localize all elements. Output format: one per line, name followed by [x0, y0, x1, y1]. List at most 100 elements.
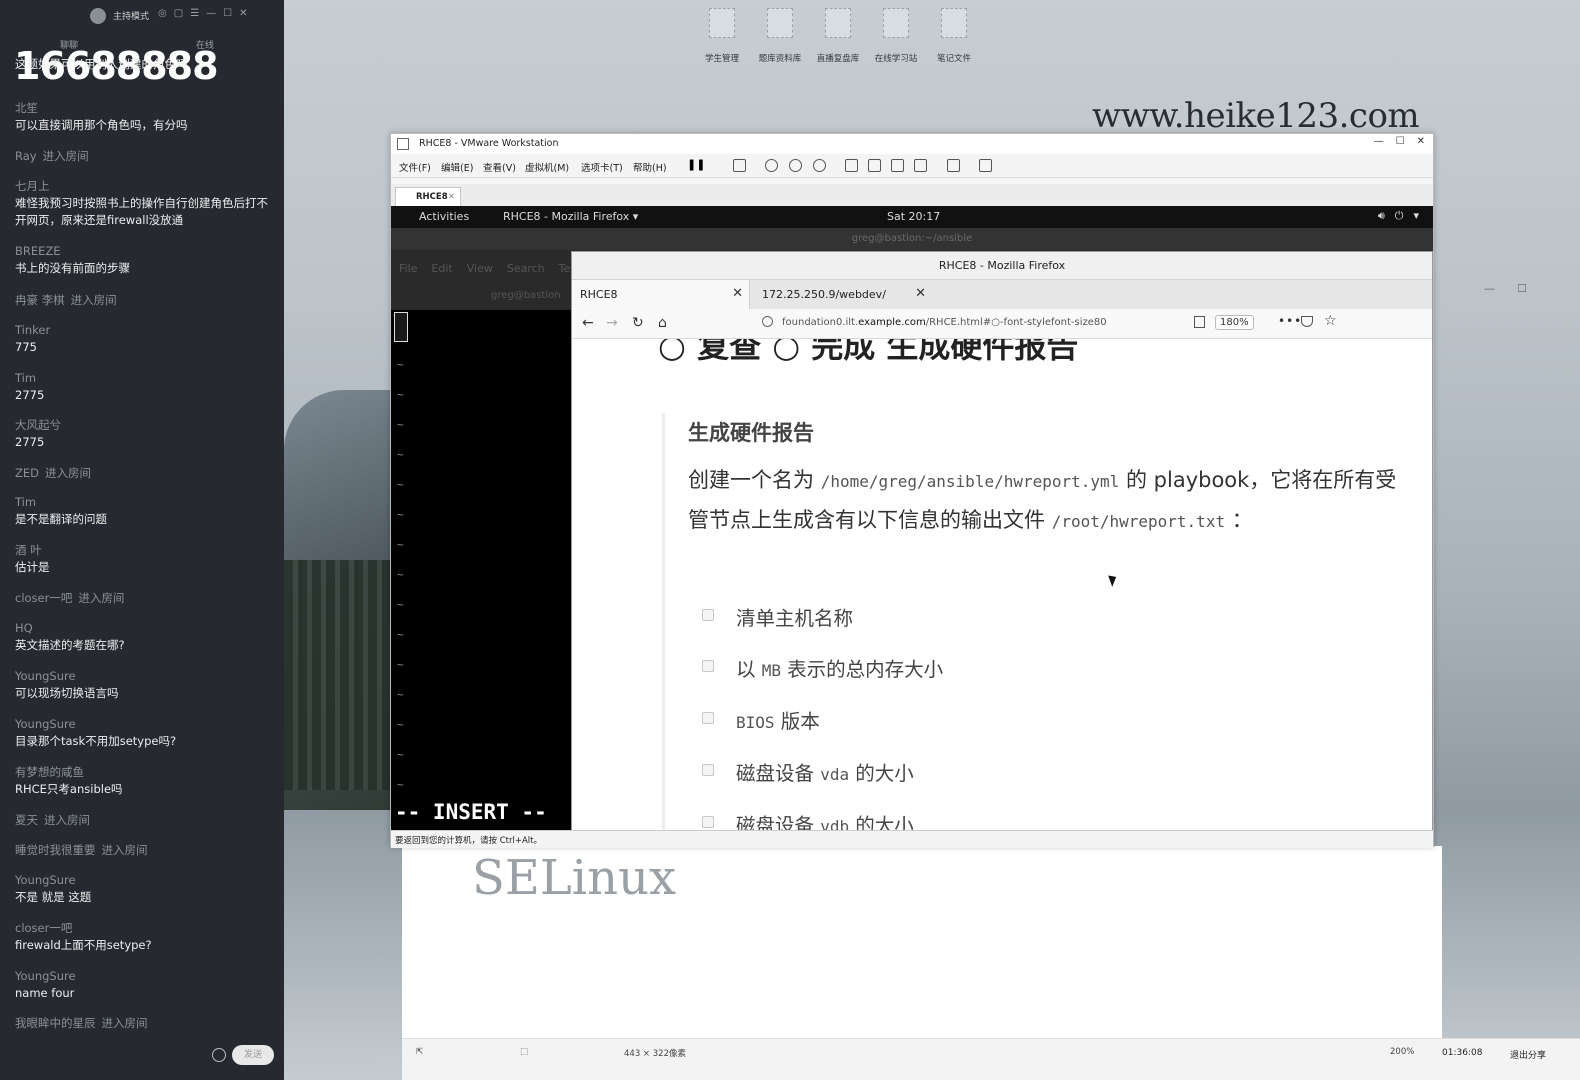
fullscreen-icon[interactable]: [891, 159, 904, 172]
close-icon[interactable]: ✕: [239, 8, 247, 19]
page-content[interactable]: ○ 复查 ○ 完成 生成硬件报告 生成硬件报告 创建一个名为 /home/gre…: [572, 339, 1432, 830]
thumbnail-icon[interactable]: [868, 159, 881, 172]
power-icon[interactable]: ⏻: [1395, 209, 1404, 223]
close-tab-icon[interactable]: ✕: [732, 286, 743, 301]
chat-username[interactable]: closer一吧: [15, 921, 72, 935]
activities-button[interactable]: Activities: [419, 210, 469, 223]
chat-username[interactable]: BREEZE: [15, 244, 61, 258]
terminal-menu-item[interactable]: View: [467, 262, 493, 275]
chat-username[interactable]: Ray: [15, 149, 37, 163]
chat-username[interactable]: YoungSure: [15, 717, 76, 731]
home-icon[interactable]: ⌂: [658, 315, 667, 331]
chat-username[interactable]: closer一吧: [15, 591, 72, 605]
desktop-shortcut[interactable]: 笔记文件: [930, 8, 978, 64]
desktop-shortcut[interactable]: 题库资料库: [756, 8, 804, 64]
minimize-icon[interactable]: —: [206, 8, 216, 19]
pocket-icon[interactable]: [1301, 316, 1313, 327]
desktop-shortcut[interactable]: 直播复盘库: [814, 8, 862, 64]
snapshot-icon[interactable]: [765, 159, 778, 172]
checkbox[interactable]: [702, 609, 714, 621]
back-icon[interactable]: ←: [582, 315, 594, 331]
console-icon[interactable]: [947, 159, 960, 172]
menu-icon[interactable]: ☰: [190, 8, 199, 19]
snapshot-manager-icon[interactable]: [813, 159, 826, 172]
chat-username[interactable]: 大风起兮: [15, 418, 61, 432]
requirement-code: vda: [820, 765, 850, 784]
pointer-icon[interactable]: ⇱: [416, 1047, 423, 1057]
chat-username[interactable]: Tim: [15, 495, 36, 509]
chevron-down-icon[interactable]: ▾: [1413, 209, 1419, 223]
chat-username[interactable]: YoungSure: [15, 873, 76, 887]
chat-username[interactable]: 夏天: [15, 813, 38, 827]
url-bar[interactable]: foundation0.ilt.example.com/RHCE.html#○-…: [782, 314, 1180, 334]
chat-username[interactable]: 我眼眸中的星辰: [15, 1016, 96, 1030]
gnome-clock[interactable]: Sat 20:17: [887, 210, 940, 223]
site-info-icon[interactable]: [762, 316, 773, 327]
chat-username[interactable]: Tim: [15, 371, 36, 385]
vmware-menu-item[interactable]: 虚拟机(M): [525, 160, 569, 174]
reader-view-icon[interactable]: [1194, 316, 1205, 328]
chat-username[interactable]: HQ: [15, 621, 33, 635]
wallpaper-trees: [284, 560, 399, 790]
requirement-code: MB: [761, 661, 781, 680]
maximize-icon[interactable]: ☐: [1396, 136, 1405, 147]
vm-tab-rhce8[interactable]: RHCE8 ✕: [395, 187, 461, 206]
chat-username[interactable]: 睡觉时我很重要: [15, 843, 96, 857]
exit-share-button[interactable]: 退出分享: [1510, 1048, 1546, 1061]
chat-username[interactable]: YoungSure: [15, 669, 76, 683]
terminal-menu-item[interactable]: File: [399, 262, 417, 275]
checkbox[interactable]: [702, 764, 714, 776]
chat-username[interactable]: 七月上: [15, 179, 50, 193]
emoji-icon[interactable]: [212, 1048, 226, 1062]
vmware-menu-item[interactable]: 查看(V): [483, 160, 516, 174]
reload-icon[interactable]: ↻: [632, 315, 644, 331]
desktop-shortcut[interactable]: 在线学习站: [872, 8, 920, 64]
stretch-view-icon[interactable]: [979, 159, 992, 172]
browser-tab-webdev[interactable]: 172.25.250.9/webdev/ ✕: [754, 280, 932, 309]
select-icon[interactable]: ⬚: [520, 1047, 528, 1057]
chat-username[interactable]: 有梦想的咸鱼: [15, 765, 84, 779]
close-icon[interactable]: ✕: [1417, 136, 1425, 147]
chat-username[interactable]: Tinker: [15, 323, 50, 337]
checkbox[interactable]: [702, 816, 714, 828]
terminal-menu-item[interactable]: Search: [507, 262, 545, 275]
send-button[interactable]: 发送: [232, 1045, 274, 1065]
guest-screen[interactable]: Activities RHCE8 - Mozilla Firefox ▾ Sat…: [391, 206, 1433, 830]
bookmark-star-icon[interactable]: ☆: [1324, 313, 1337, 329]
close-tab-icon[interactable]: ✕: [915, 286, 926, 301]
zoom-level[interactable]: 200%: [1390, 1047, 1414, 1057]
pause-icon[interactable]: ❚❚: [687, 158, 705, 171]
terminal-menu-item[interactable]: Edit: [431, 262, 452, 275]
vmware-menu-item[interactable]: 编辑(E): [441, 160, 473, 174]
settings-icon[interactable]: ◎: [158, 8, 167, 19]
vmware-menu-item[interactable]: 文件(F): [399, 160, 431, 174]
browser-tab-rhce8[interactable]: RHCE8 ✕: [572, 280, 750, 309]
chat-username[interactable]: ZED: [15, 466, 39, 480]
window-icon[interactable]: ▢: [174, 8, 183, 19]
minimize-icon[interactable]: —: [1374, 136, 1384, 147]
forward-icon[interactable]: →: [606, 315, 618, 331]
send-ctrl-alt-del-icon[interactable]: [733, 159, 746, 172]
close-tab-icon[interactable]: ✕: [448, 192, 455, 202]
unity-icon[interactable]: [914, 159, 927, 172]
chat-username[interactable]: 冉豪 李棋: [15, 293, 65, 307]
chat-username[interactable]: 北笙: [15, 101, 38, 115]
chat-username[interactable]: 酒 叶: [15, 543, 42, 557]
vmware-menu-item[interactable]: 帮助(H): [633, 160, 667, 174]
more-actions-icon[interactable]: •••: [1278, 314, 1302, 328]
host-avatar[interactable]: [90, 8, 106, 24]
checkbox[interactable]: [702, 660, 714, 672]
chat-username[interactable]: YoungSure: [15, 969, 76, 983]
vmware-menu-item[interactable]: 选项卡(T): [581, 160, 623, 174]
volume-icon[interactable]: 🔊︎: [1378, 209, 1385, 223]
desktop-shortcut[interactable]: 学生管理: [698, 8, 746, 64]
zoom-indicator[interactable]: 180%: [1215, 315, 1254, 330]
app-menu[interactable]: RHCE8 - Mozilla Firefox ▾: [503, 210, 638, 223]
library-icon[interactable]: [845, 159, 858, 172]
maximize-icon[interactable]: ☐: [223, 8, 232, 19]
minimize-icon[interactable]: —: [1484, 282, 1495, 295]
revert-snapshot-icon[interactable]: [789, 159, 802, 172]
maximize-icon[interactable]: ☐: [1517, 282, 1527, 295]
checkbox[interactable]: [702, 712, 714, 724]
vim-editor[interactable]: ~ ~ ~ ~ ~ ~ ~ ~ ~ ~ ~ ~ ~ ~ ~ -- INSERT …: [391, 310, 571, 830]
